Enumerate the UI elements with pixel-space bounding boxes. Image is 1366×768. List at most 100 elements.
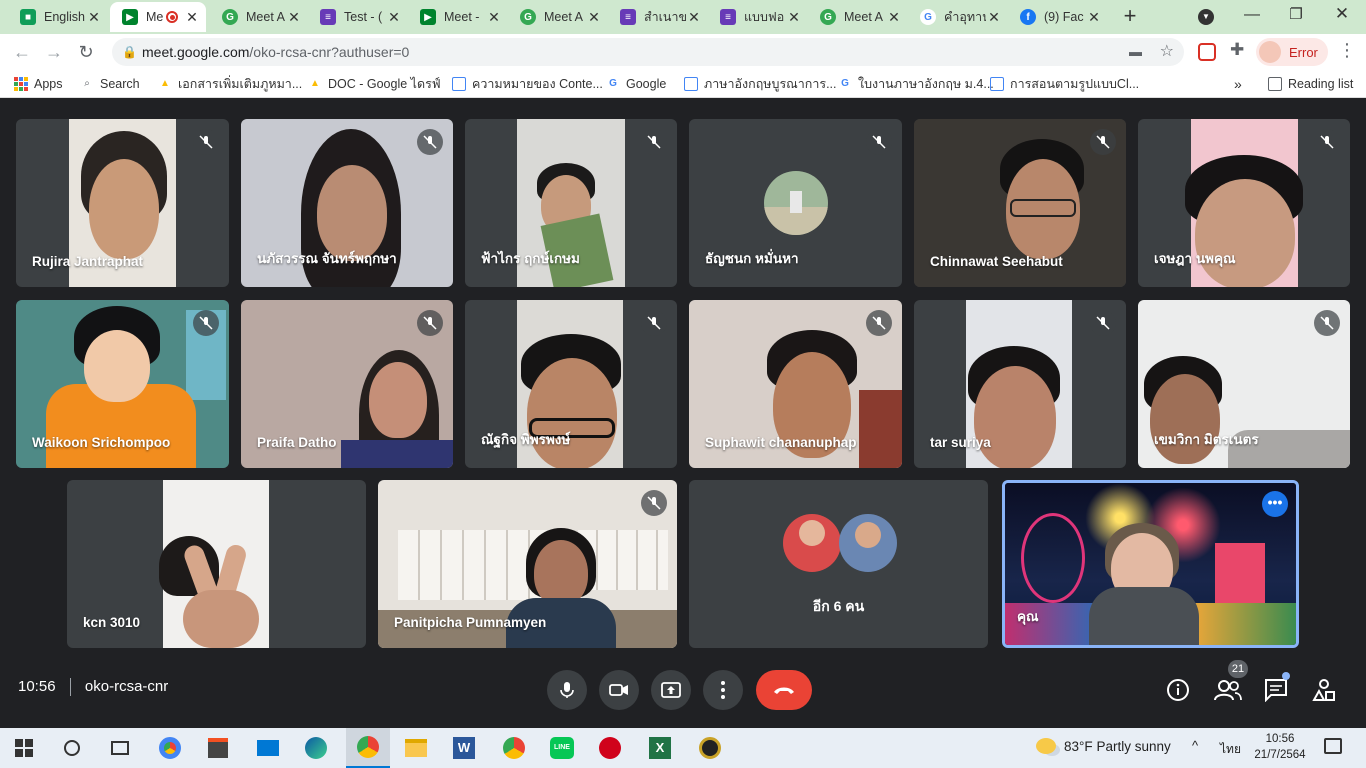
self-view-tile[interactable]: คุณ •••: [1002, 480, 1299, 648]
taskbar-excel-app[interactable]: X: [646, 734, 674, 762]
participant-tile[interactable]: เจษฎา นพคุณ: [1138, 119, 1350, 287]
taskbar-garena-app[interactable]: [596, 734, 624, 762]
browser-tab[interactable]: G คำอุทาน ✕: [908, 2, 1008, 32]
browser-tab[interactable]: f (9) Fac ✕: [1008, 2, 1108, 32]
camera-blocked-icon[interactable]: ▬: [1129, 38, 1142, 66]
participant-tile[interactable]: tar suriya: [914, 300, 1126, 468]
more-menu-icon[interactable]: ⋮: [1338, 40, 1356, 61]
reload-button[interactable]: ↻: [74, 40, 98, 64]
weather-widget[interactable]: 83°F Partly sunny: [1036, 738, 1171, 754]
bookmark-search[interactable]: ⌕ Search: [80, 75, 139, 93]
tab-search-icon[interactable]: ▼: [1198, 9, 1214, 25]
maximize-button[interactable]: ❐: [1284, 5, 1308, 23]
profile-error-button[interactable]: Error: [1256, 38, 1328, 66]
notification-icon[interactable]: [1324, 738, 1342, 754]
bookmarks-overflow-icon[interactable]: »: [1234, 75, 1242, 93]
participant-tile[interactable]: Rujira Jantraphat: [16, 119, 229, 287]
taskbar-chrome-other[interactable]: [500, 734, 528, 762]
new-tab-button[interactable]: +: [1118, 4, 1142, 28]
close-tab-icon[interactable]: ✕: [386, 9, 402, 26]
bookmark-item[interactable]: ความหมายของ Conte...: [452, 75, 603, 93]
participant-tile[interactable]: Waikoon Srichompoo: [16, 300, 229, 468]
close-tab-icon[interactable]: ✕: [286, 9, 302, 26]
close-tab-icon[interactable]: ✕: [586, 9, 602, 26]
participant-tile[interactable]: นภัสวรรณ จันทร์พฤกษา: [241, 119, 453, 287]
bookmark-item[interactable]: ▲ DOC - Google ไดรฟ์: [308, 75, 441, 93]
bookmark-item[interactable]: ▲ เอกสารเพิ่มเติมภูหมา...: [158, 75, 302, 93]
participant-tile[interactable]: เขมวิกา มิตรเนตร: [1138, 300, 1350, 468]
task-view-button[interactable]: [106, 734, 134, 762]
microphone-button[interactable]: [547, 670, 587, 710]
address-bar[interactable]: 🔒 meet.google.com/oko-rcsa-cnr?authuser=…: [112, 38, 1184, 66]
extensions-puzzle-icon[interactable]: ✚: [1230, 40, 1244, 60]
lock-icon[interactable]: 🔒: [122, 38, 137, 66]
close-tab-icon[interactable]: ✕: [886, 9, 902, 26]
back-button[interactable]: ←: [10, 40, 34, 64]
close-tab-icon[interactable]: ✕: [1086, 9, 1102, 26]
taskbar-store-app[interactable]: [204, 734, 232, 762]
tray-chevron-icon[interactable]: ^: [1192, 738, 1198, 753]
browser-tab[interactable]: G Meet A ✕: [808, 2, 908, 32]
participant-name: kcn 3010: [83, 615, 141, 630]
close-tab-icon[interactable]: ✕: [986, 9, 1002, 26]
search-button[interactable]: [58, 734, 86, 762]
close-window-button[interactable]: ✕: [1330, 4, 1354, 24]
close-tab-icon[interactable]: ✕: [786, 9, 802, 26]
participant-tile[interactable]: Panitpicha Pumnamyen: [378, 480, 677, 648]
participant-tile[interactable]: Chinnawat Seehabut: [914, 119, 1126, 287]
browser-tab[interactable]: G Meet A ✕: [508, 2, 608, 32]
camera-button[interactable]: [599, 670, 639, 710]
chat-button[interactable]: [1264, 672, 1290, 703]
participants-button[interactable]: 21: [1214, 660, 1248, 702]
participant-tile[interactable]: ณัฐกิจ พิพรพงษ์: [465, 300, 677, 468]
bookmark-apps[interactable]: Apps: [14, 75, 63, 93]
more-options-icon[interactable]: •••: [1262, 491, 1288, 517]
browser-tab[interactable]: G Meet A ✕: [210, 2, 308, 32]
meeting-details-button[interactable]: [1166, 678, 1190, 702]
close-tab-icon[interactable]: ✕: [686, 9, 702, 26]
participant-name: Praifa Datho: [257, 435, 337, 450]
input-language[interactable]: ไทย: [1220, 740, 1241, 759]
bookmark-star-icon[interactable]: ☆: [1160, 38, 1174, 66]
participant-tile[interactable]: Praifa Datho: [241, 300, 453, 468]
taskbar-word-app[interactable]: W: [450, 734, 478, 762]
taskbar-edge-app[interactable]: [302, 734, 330, 762]
start-button[interactable]: [10, 734, 38, 762]
participant-tile[interactable]: kcn 3010: [67, 480, 366, 648]
forms-icon: ≡: [320, 9, 336, 25]
present-screen-button[interactable]: [651, 670, 691, 710]
taskbar-app[interactable]: [696, 734, 724, 762]
browser-tab-active[interactable]: ▶ Me ✕: [110, 2, 206, 32]
browser-tab[interactable]: ■ English ✕: [8, 2, 108, 32]
more-options-button[interactable]: [703, 670, 743, 710]
taskbar-explorer-app[interactable]: [402, 734, 430, 762]
taskbar-line-app[interactable]: LINE: [548, 734, 576, 762]
activities-button[interactable]: [1312, 678, 1336, 702]
bookmark-item[interactable]: G ใบงานภาษาอังกฤษ ม.4...: [838, 75, 994, 93]
bookmark-item[interactable]: การสอนตามรูปแบบCl...: [990, 75, 1139, 93]
browser-tab[interactable]: ≡ แบบฟอ ✕: [708, 2, 808, 32]
leave-call-button[interactable]: [756, 670, 812, 710]
reading-list-button[interactable]: Reading list: [1268, 75, 1353, 93]
browser-tab[interactable]: ≡ Test - ( ✕: [308, 2, 408, 32]
pocket-extension-icon[interactable]: [1198, 43, 1216, 61]
excel-icon: X: [649, 737, 671, 759]
bookmark-item[interactable]: G Google: [606, 75, 666, 93]
close-tab-icon[interactable]: ✕: [486, 9, 502, 26]
participant-tile[interactable]: ธัญชนก หมั่นหา: [689, 119, 902, 287]
edge-icon: [305, 737, 327, 759]
close-tab-icon[interactable]: ✕: [184, 9, 200, 26]
taskbar-chrome-app[interactable]: [156, 734, 184, 762]
bookmark-item[interactable]: ภาษาอังกฤษบูรณาการ...: [684, 75, 837, 93]
taskbar-chrome-active[interactable]: [346, 728, 390, 768]
forward-button[interactable]: →: [42, 40, 66, 64]
close-tab-icon[interactable]: ✕: [86, 9, 102, 26]
clock[interactable]: 10:56 21/7/2564: [1248, 731, 1312, 763]
browser-tab[interactable]: ▶ Meet - ✕: [408, 2, 508, 32]
minimize-button[interactable]: —: [1240, 6, 1264, 24]
taskbar-mail-app[interactable]: [254, 734, 282, 762]
participant-tile[interactable]: Suphawit chananuphap: [689, 300, 902, 468]
browser-tab[interactable]: ≡ สำเนาข ✕: [608, 2, 708, 32]
participant-tile[interactable]: ฟ้าไกร ฤกษ์เกษม: [465, 119, 677, 287]
more-participants-tile[interactable]: อีก 6 คน: [689, 480, 988, 648]
